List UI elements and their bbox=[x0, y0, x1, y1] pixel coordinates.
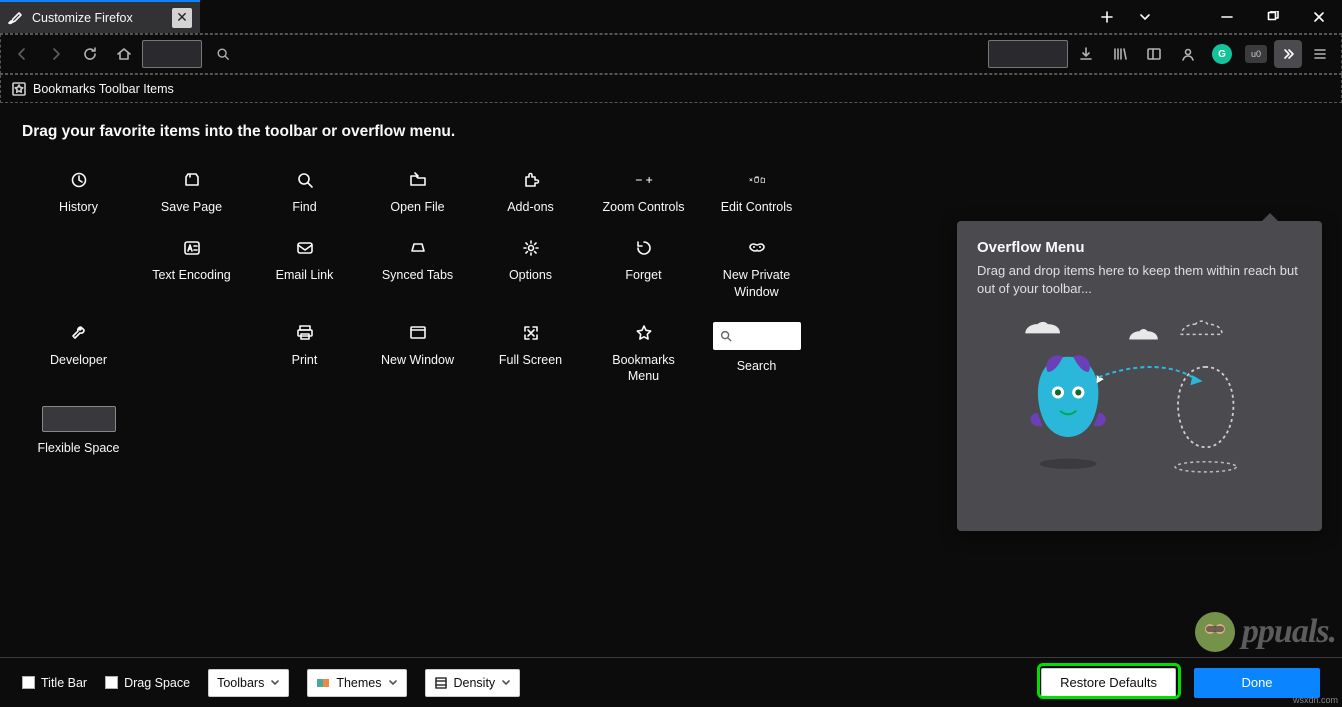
palette-item-fullscreen[interactable]: Full Screen bbox=[474, 314, 587, 399]
search-icon bbox=[719, 329, 733, 343]
overflow-panel[interactable]: Overflow Menu Drag and drop items here t… bbox=[957, 221, 1322, 531]
paintbrush-icon bbox=[8, 10, 24, 26]
titlebar: Customize Firefox ✕ bbox=[0, 0, 1342, 33]
zoom-icon bbox=[635, 169, 653, 191]
synced-tabs-icon bbox=[409, 237, 427, 259]
customize-area: Drag your favorite items into the toolba… bbox=[0, 103, 1342, 657]
palette-item-search[interactable]: Search bbox=[700, 314, 813, 399]
theme-icon bbox=[316, 676, 330, 690]
palette-item-find[interactable]: Find bbox=[248, 161, 361, 229]
forget-icon bbox=[635, 237, 653, 259]
search-widget bbox=[713, 322, 801, 350]
toolbar-slot[interactable] bbox=[142, 40, 202, 68]
new-tab-button[interactable] bbox=[1088, 0, 1126, 33]
gear-icon bbox=[522, 237, 540, 259]
window-icon bbox=[409, 322, 427, 344]
restore-defaults-button[interactable]: Restore Defaults bbox=[1041, 668, 1176, 698]
bookmarks-toolbar-label: Bookmarks Toolbar Items bbox=[33, 82, 174, 96]
palette-item-zoom[interactable]: Zoom Controls bbox=[587, 161, 700, 229]
window-close-button[interactable] bbox=[1296, 0, 1342, 33]
forward-button[interactable] bbox=[40, 38, 72, 70]
fullscreen-icon bbox=[522, 322, 540, 344]
mask-icon bbox=[748, 237, 766, 259]
palette-item-synced-tabs[interactable]: Synced Tabs bbox=[361, 229, 474, 314]
palette-item-text-encoding[interactable]: Text Encoding bbox=[135, 229, 248, 314]
reload-button[interactable] bbox=[74, 38, 106, 70]
overflow-illustration bbox=[1007, 316, 1272, 479]
tab-title: Customize Firefox bbox=[32, 11, 164, 25]
toolbar-slot[interactable] bbox=[988, 40, 1068, 68]
palette-item-flexible-space[interactable]: Flexible Space bbox=[22, 398, 135, 470]
palette-item-print[interactable]: Print bbox=[248, 314, 361, 399]
watermark: ppuals. bbox=[1192, 609, 1336, 655]
account-button[interactable] bbox=[1172, 38, 1204, 70]
window-maximize-button[interactable] bbox=[1250, 0, 1296, 33]
footer-toolbar: Title Bar Drag Space Toolbars Themes Den… bbox=[0, 657, 1342, 707]
star-icon bbox=[635, 322, 653, 344]
title-bar-checkbox[interactable]: Title Bar bbox=[22, 676, 87, 690]
bookmarks-toolbar[interactable]: Bookmarks Toolbar Items bbox=[0, 75, 1342, 103]
watermark-logo-icon bbox=[1192, 609, 1238, 655]
instruction-text: Drag your favorite items into the toolba… bbox=[22, 123, 1320, 141]
urlbar[interactable] bbox=[208, 38, 982, 70]
encoding-icon bbox=[183, 237, 201, 259]
overflow-button[interactable] bbox=[1274, 40, 1302, 68]
palette-item-save-page[interactable]: Save Page bbox=[135, 161, 248, 229]
done-button[interactable]: Done bbox=[1194, 668, 1320, 698]
overflow-title: Overflow Menu bbox=[977, 239, 1302, 256]
nav-toolbar: G u0 bbox=[0, 33, 1342, 75]
chevron-down-icon bbox=[388, 678, 398, 688]
palette-item-new-window[interactable]: New Window bbox=[361, 314, 474, 399]
themes-dropdown[interactable]: Themes bbox=[307, 669, 406, 697]
palette-item-private-window[interactable]: New Private Window bbox=[700, 229, 813, 314]
puzzle-icon bbox=[522, 169, 540, 191]
drag-space-checkbox[interactable]: Drag Space bbox=[105, 676, 190, 690]
wrench-icon bbox=[70, 322, 88, 344]
grammarly-extension-button[interactable]: G bbox=[1206, 38, 1238, 70]
palette-item-email-link[interactable]: Email Link bbox=[248, 229, 361, 314]
mail-icon bbox=[296, 237, 314, 259]
app-menu-button[interactable] bbox=[1304, 38, 1336, 70]
chevron-down-icon bbox=[501, 678, 511, 688]
bookmarks-icon bbox=[11, 81, 27, 97]
edit-controls-icon bbox=[748, 169, 766, 191]
palette-item-forget[interactable]: Forget bbox=[587, 229, 700, 314]
search-icon bbox=[296, 169, 314, 191]
print-icon bbox=[296, 322, 314, 344]
sidebar-button[interactable] bbox=[1138, 38, 1170, 70]
ublock-extension-button[interactable]: u0 bbox=[1240, 38, 1272, 70]
tab-close-button[interactable]: ✕ bbox=[172, 8, 192, 28]
back-button[interactable] bbox=[6, 38, 38, 70]
toolbars-dropdown[interactable]: Toolbars bbox=[208, 669, 289, 697]
home-button[interactable] bbox=[108, 38, 140, 70]
library-button[interactable] bbox=[1104, 38, 1136, 70]
palette-item-history[interactable]: History bbox=[22, 161, 135, 229]
search-icon bbox=[216, 47, 230, 61]
palette-item-addons[interactable]: Add-ons bbox=[474, 161, 587, 229]
palette-item-edit[interactable]: Edit Controls bbox=[700, 161, 813, 229]
source-label: wsxdn.com bbox=[1293, 695, 1338, 705]
tabs-dropdown-button[interactable] bbox=[1126, 0, 1164, 33]
downloads-button[interactable] bbox=[1070, 38, 1102, 70]
density-icon bbox=[434, 676, 448, 690]
palette-item-open-file[interactable]: Open File bbox=[361, 161, 474, 229]
chevron-down-icon bbox=[270, 678, 280, 688]
browser-tab[interactable]: Customize Firefox ✕ bbox=[0, 0, 200, 33]
overflow-description: Drag and drop items here to keep them wi… bbox=[977, 262, 1302, 297]
history-icon bbox=[70, 169, 88, 191]
density-dropdown[interactable]: Density bbox=[425, 669, 521, 697]
palette-item-options[interactable]: Options bbox=[474, 229, 587, 314]
window-minimize-button[interactable] bbox=[1204, 0, 1250, 33]
folder-open-icon bbox=[409, 169, 427, 191]
palette-item-developer[interactable]: Developer bbox=[22, 314, 135, 399]
palette-grid: History Save Page Find Open File Add-ons… bbox=[22, 161, 902, 471]
flexible-space-widget bbox=[42, 406, 116, 432]
save-icon bbox=[183, 169, 201, 191]
palette-item-bookmarks-menu[interactable]: Bookmarks Menu bbox=[587, 314, 700, 399]
